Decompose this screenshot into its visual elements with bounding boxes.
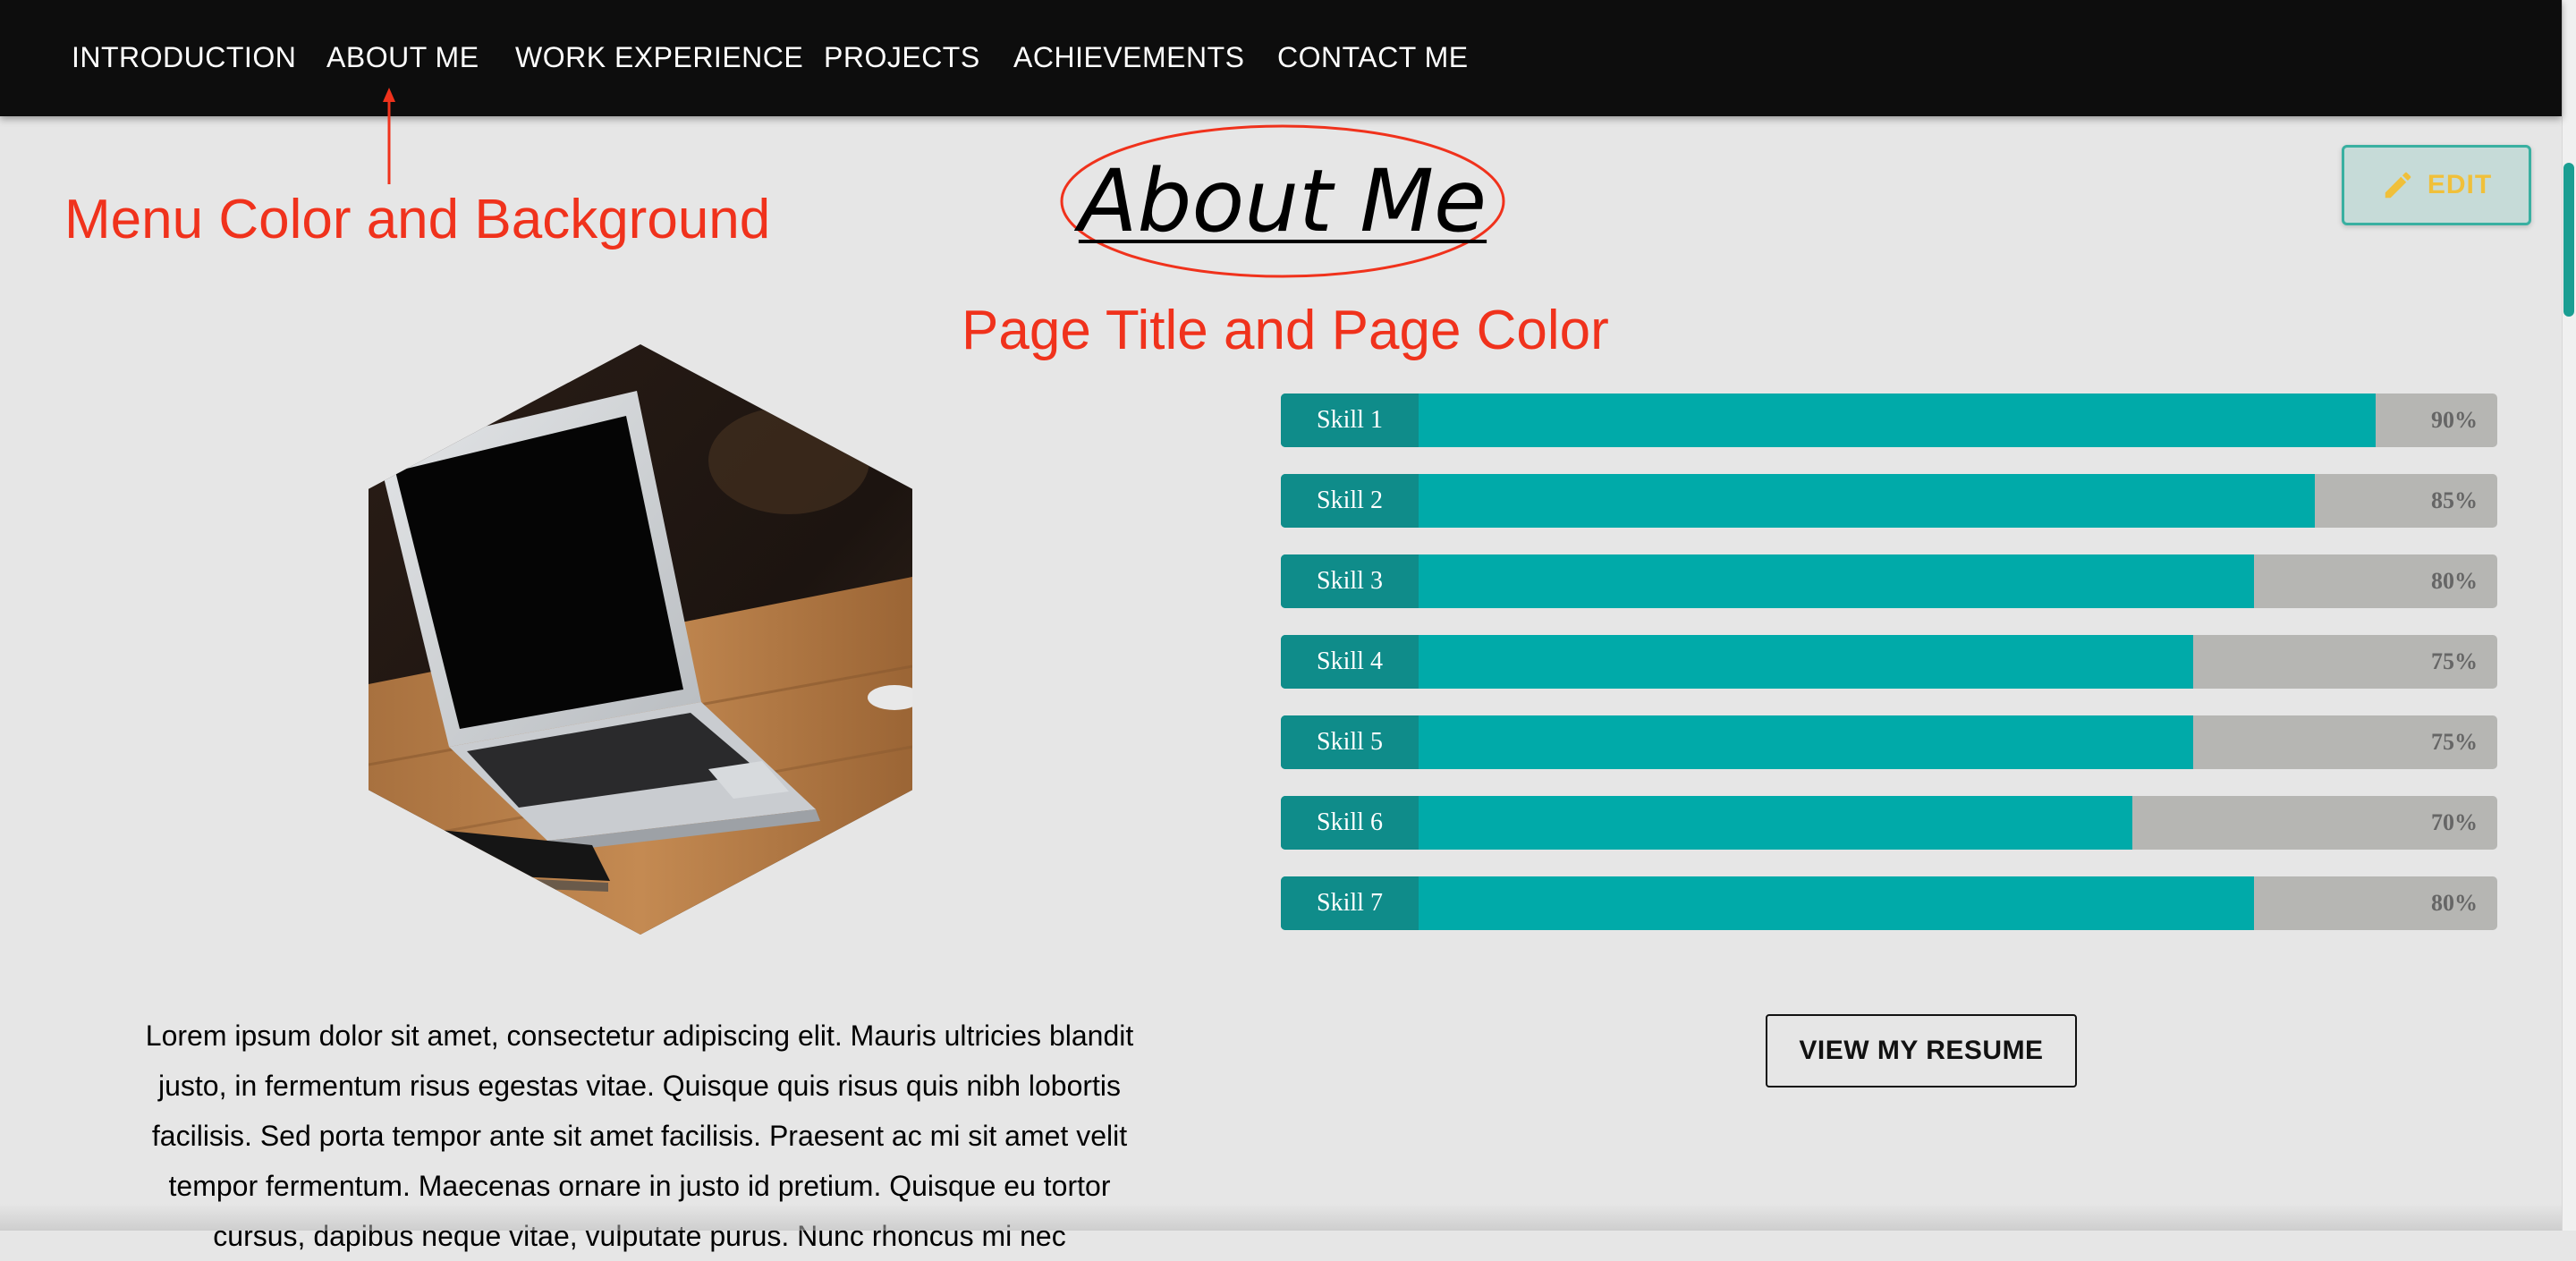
skill-bar: Skill 7 80% xyxy=(1281,876,2497,930)
skill-bar: Skill 3 80% xyxy=(1281,554,2497,608)
skill-bar-label: Skill 7 xyxy=(1281,876,1419,930)
skill-bar-percent: 80% xyxy=(2431,890,2478,916)
nav-item-introduction[interactable]: INTRODUCTION xyxy=(72,41,296,74)
nav-item-work-experience[interactable]: WORK EXPERIENCE xyxy=(515,41,803,74)
skill-bar: Skill 2 85% xyxy=(1281,474,2497,528)
pencil-icon xyxy=(2385,172,2411,199)
edit-button[interactable]: EDIT xyxy=(2342,145,2531,225)
skill-bar-percent: 85% xyxy=(2431,487,2478,513)
skill-bar-label: Skill 3 xyxy=(1281,554,1419,608)
skill-bar-label: Skill 6 xyxy=(1281,796,1419,850)
bottom-shadow xyxy=(0,1204,2562,1231)
skill-bar-fill xyxy=(1281,876,2254,930)
view-resume-button[interactable]: VIEW MY RESUME xyxy=(1766,1014,2077,1088)
scrollbar-thumb[interactable] xyxy=(2563,163,2574,317)
skill-bar: Skill 6 70% xyxy=(1281,796,2497,850)
skill-bar-fill xyxy=(1281,474,2315,528)
nav-item-projects[interactable]: PROJECTS xyxy=(824,41,980,74)
skill-bar-label: Skill 1 xyxy=(1281,394,1419,447)
annotation-title-note: Page Title and Page Color xyxy=(962,300,1609,361)
skill-bar-label: Skill 5 xyxy=(1281,715,1419,769)
skill-bar-fill xyxy=(1281,394,2376,447)
annotation-menu-note: Menu Color and Background xyxy=(64,189,771,250)
laptop-image-icon xyxy=(369,344,912,935)
page-title-wrapper: About Me xyxy=(1059,123,1506,279)
annotation-arrow-icon xyxy=(383,88,395,184)
skill-bar-percent: 75% xyxy=(2431,729,2478,755)
skill-bar-label: Skill 2 xyxy=(1281,474,1419,528)
nav-item-achievements[interactable]: ACHIEVEMENTS xyxy=(1013,41,1244,74)
profile-image xyxy=(369,344,912,935)
skill-bar-percent: 75% xyxy=(2431,648,2478,674)
page-title: About Me xyxy=(1078,151,1487,251)
nav-item-about-me[interactable]: ABOUT ME xyxy=(326,41,479,74)
skill-bar-percent: 80% xyxy=(2431,568,2478,594)
skill-bar-fill xyxy=(1281,554,2254,608)
skill-bar-percent: 70% xyxy=(2431,809,2478,835)
skill-bar: Skill 1 90% xyxy=(1281,394,2497,447)
nav-item-contact-me[interactable]: CONTACT ME xyxy=(1277,41,1469,74)
edit-button-label: EDIT xyxy=(2427,170,2493,199)
skill-bar: Skill 4 75% xyxy=(1281,635,2497,689)
skill-bar-label: Skill 4 xyxy=(1281,635,1419,689)
skill-bar: Skill 5 75% xyxy=(1281,715,2497,769)
skill-bar-percent: 90% xyxy=(2431,407,2478,433)
